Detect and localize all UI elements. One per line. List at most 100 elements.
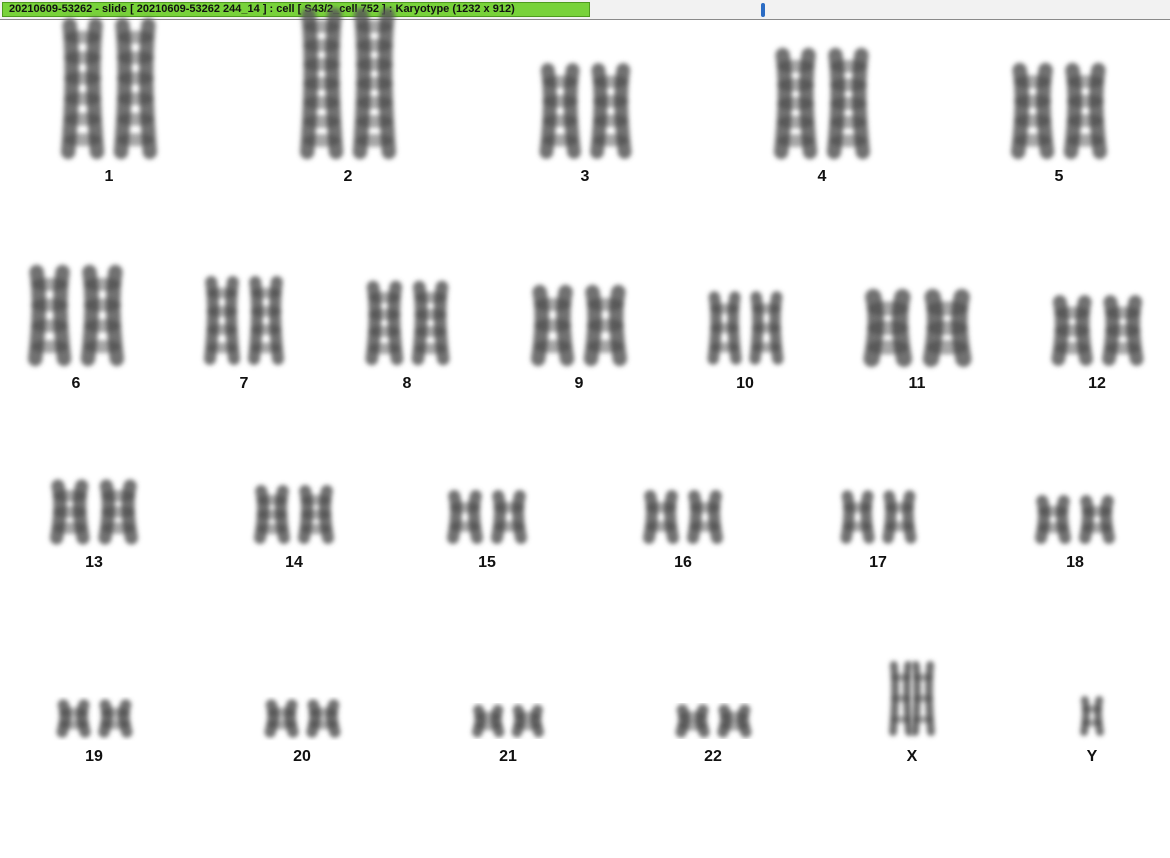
chromosome-pair-14[interactable]: [244, 485, 344, 544]
chromatid-group: [300, 7, 344, 160]
chromatid-group: [881, 490, 916, 544]
chromosome-band: [586, 340, 625, 353]
chromatid-group: [204, 276, 240, 365]
chromatid-group: [774, 47, 818, 160]
chromosome-band: [101, 522, 136, 534]
chromosome-image-6: [28, 264, 124, 367]
chromosome-band: [116, 30, 155, 44]
chromosome-band: [1053, 324, 1090, 337]
chromosome-pair-y[interactable]: [1077, 696, 1107, 736]
chromosome-pair-2[interactable]: [288, 7, 408, 160]
chromosome-image-14: [254, 485, 334, 544]
chromosome-label-21: 21: [499, 748, 517, 765]
chromatid: [708, 490, 723, 544]
chromosome-pair-21[interactable]: [463, 704, 553, 738]
chromosome-pair-13[interactable]: [39, 479, 149, 545]
chromosome-label-17: 17: [869, 554, 887, 571]
chromosome-band: [866, 301, 909, 316]
chromatid-group: [305, 699, 340, 738]
chromosome-band: [719, 720, 749, 731]
chromosome-band: [206, 324, 238, 336]
chromosome-band: [1037, 522, 1069, 534]
chromosome-band: [751, 322, 781, 334]
chromosome-band: [63, 133, 102, 147]
chromatid: [1056, 495, 1071, 544]
chromosome-pair-8[interactable]: [355, 280, 460, 366]
chromosome-band: [533, 319, 572, 332]
chromosome-band: [533, 298, 572, 311]
chromosome-pair-17[interactable]: [831, 490, 926, 544]
chromosome-band: [884, 502, 914, 513]
chromatid-group: [687, 490, 723, 544]
chromosome-band: [367, 342, 401, 355]
chromosome-band: [101, 506, 136, 518]
chromosome-band: [925, 301, 968, 316]
chromosome-band: [30, 298, 69, 312]
chromatid-group: [716, 704, 751, 738]
chromosome-pair-12[interactable]: [1040, 295, 1155, 366]
chromosome-band: [58, 719, 88, 730]
chromosome-band: [449, 521, 481, 532]
chromosome-band: [367, 308, 401, 321]
chromosome-pair-19[interactable]: [47, 699, 142, 738]
chromosome-label-10: 10: [736, 375, 754, 392]
chromosome-band: [300, 523, 332, 535]
chromosome-band: [1066, 133, 1105, 147]
chromosome-band: [83, 277, 122, 291]
chromosome-band: [592, 114, 629, 127]
chromosome-pair-x[interactable]: [887, 661, 937, 736]
chromosome-label-14: 14: [285, 554, 303, 571]
chromosome-pair-1[interactable]: [49, 17, 169, 160]
chromosome-pair-4[interactable]: [762, 47, 882, 160]
chromatid-group: [1011, 62, 1055, 160]
chromosome-pair-18[interactable]: [1025, 495, 1125, 544]
chromosome-pair-20[interactable]: [255, 699, 350, 738]
chromosome-label-15: 15: [478, 554, 496, 571]
chromosome-band: [866, 340, 909, 355]
chromosome-band: [302, 115, 341, 128]
chromosome-band: [1081, 505, 1113, 517]
chromosome-pair-10[interactable]: [698, 291, 793, 365]
chromatid: [840, 490, 855, 544]
chromosome-band: [101, 490, 136, 502]
chromosome-band: [829, 134, 868, 148]
chromosome-image-20: [264, 699, 340, 738]
chromosome-image-2: [300, 7, 396, 160]
position-marker[interactable]: [761, 3, 765, 17]
chromosome-pair-22[interactable]: [666, 704, 761, 738]
chromosome-label-16: 16: [674, 554, 692, 571]
chromatid: [447, 490, 462, 544]
chromosome-pair-3[interactable]: [528, 63, 643, 159]
chromosome-label-6: 6: [71, 375, 81, 392]
chromosome-band: [367, 291, 401, 304]
chromosome-pair-7[interactable]: [194, 276, 294, 365]
chromosome-image-13: [50, 479, 138, 545]
chromosome-label-x: X: [906, 748, 918, 765]
chromosome-band: [302, 134, 341, 147]
chromosome-pair-9[interactable]: [519, 284, 639, 367]
chromosome-band: [256, 494, 288, 506]
chromatid-group: [748, 291, 783, 365]
chromosome-band: [1104, 324, 1141, 337]
chromosome-band: [413, 291, 447, 304]
chromosome-band: [1037, 505, 1069, 517]
chromosome-band: [1053, 306, 1090, 320]
chromosome-band: [83, 319, 122, 333]
chromosome-pair-11[interactable]: [850, 288, 985, 368]
chromatid-group: [264, 699, 299, 738]
chromatid: [859, 490, 875, 544]
chromosome-label-4: 4: [817, 168, 827, 185]
chromosome-band: [719, 711, 749, 722]
chromosome-band: [300, 509, 332, 520]
chromosome-pair-15[interactable]: [437, 490, 537, 544]
chromosome-pair-6[interactable]: [16, 264, 136, 367]
chromosome-band: [1013, 94, 1052, 108]
chromatid-group: [1080, 696, 1104, 736]
chromosome-label-13: 13: [85, 554, 103, 571]
chromosome-pair-5[interactable]: [999, 62, 1119, 160]
chromatid: [468, 490, 483, 544]
chromosome-pair-16[interactable]: [633, 490, 733, 544]
chromatid: [491, 490, 506, 544]
chromosome-image-22: [675, 704, 751, 738]
chromosome-band: [541, 114, 578, 127]
